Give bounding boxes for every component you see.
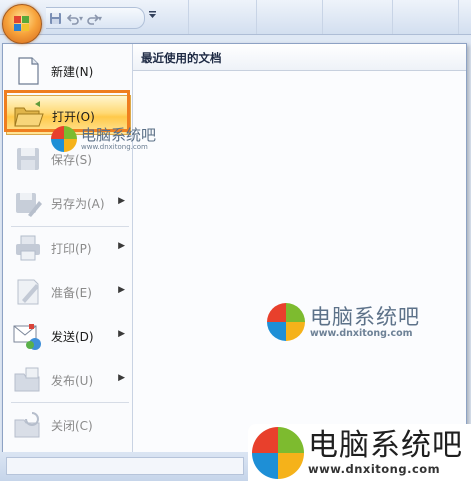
menu-item-prepare[interactable]: 准备(E) ▶ [6,272,131,312]
menu-item-close[interactable]: 关闭(C) [6,405,131,445]
menu-item-label: 新建(N) [51,65,94,79]
close-folder-icon [12,409,44,441]
watermark-logo-icon [267,303,305,341]
bottom-field [6,457,244,475]
menu-item-label: 打开(O) [52,110,95,124]
menu-item-label: 发布(U) [51,374,94,388]
watermark-logo-icon [51,126,77,152]
send-icon [12,320,44,352]
menu-item-label: 关闭(C) [51,419,93,433]
menu-item-send[interactable]: 发送(D) ▶ [6,316,131,356]
submenu-arrow-icon: ▶ [118,241,125,251]
open-folder-icon [13,100,45,132]
recent-documents-header: 最近使用的文档 [133,44,466,71]
watermark-title: 电脑系统吧 [310,304,420,329]
printer-icon [12,232,44,264]
menu-item-label: 准备(E) [51,286,92,300]
watermark-url: www.dnxitong.com [81,143,148,151]
watermark-title: 电脑系统吧 [81,126,157,144]
submenu-arrow-icon: ▶ [118,329,125,339]
grid-line [256,0,257,34]
submenu-arrow-icon: ▶ [118,196,125,206]
office-menu: 新建(N) 打开(O) 保存(S) 另存为(A) ▶ 打印(P) ▶ 准备(E)… [2,43,467,453]
watermark-small: 电脑系统吧 www.dnxitong.com [51,126,156,152]
watermark-url: www.dnxitong.com [310,327,413,339]
grid-line [392,0,393,34]
menu-item-publish[interactable]: 发布(U) ▶ [6,360,131,400]
save-icon[interactable] [46,10,64,26]
menu-item-label: 保存(S) [51,153,92,167]
title-bar: ▾ ▾ [0,0,471,35]
publish-icon [12,364,44,396]
customize-toolbar-icon[interactable] [148,10,157,23]
submenu-arrow-icon: ▶ [118,285,125,295]
menu-divider [11,402,129,403]
watermark-url: www.dnxitong.com [308,461,441,476]
quick-access-toolbar: ▾ ▾ [46,7,145,29]
menu-item-label: 另存为(A) [51,197,105,211]
grid-line [322,0,323,34]
office-logo-icon [14,16,30,32]
menu-item-save-as[interactable]: 另存为(A) ▶ [6,183,131,223]
menu-item-print[interactable]: 打印(P) ▶ [6,228,131,268]
recent-documents-title: 最近使用的文档 [141,51,222,65]
grid-line [458,0,459,34]
recent-documents-pane: 最近使用的文档 [133,44,466,452]
save-as-icon [12,187,44,219]
watermark-corner: 电脑系统吧 www.dnxitong.com [248,424,471,481]
menu-item-new[interactable]: 新建(N) [6,51,131,91]
watermark-title: 电脑系统吧 [308,427,463,463]
menu-commands-pane: 新建(N) 打开(O) 保存(S) 另存为(A) ▶ 打印(P) ▶ 准备(E)… [3,44,133,452]
menu-divider [11,226,129,227]
office-button[interactable] [2,4,42,44]
grid-line [188,0,189,34]
watermark-logo-icon [252,426,304,479]
submenu-arrow-icon: ▶ [118,373,125,383]
redo-dropdown-icon[interactable]: ▾ [98,14,102,23]
menu-item-label: 打印(P) [51,242,92,256]
watermark-center: 电脑系统吧 www.dnxitong.com [267,303,420,341]
new-document-icon [12,55,44,87]
prepare-icon [12,276,44,308]
menu-item-label: 发送(D) [51,330,94,344]
save-disk-icon [12,143,44,175]
